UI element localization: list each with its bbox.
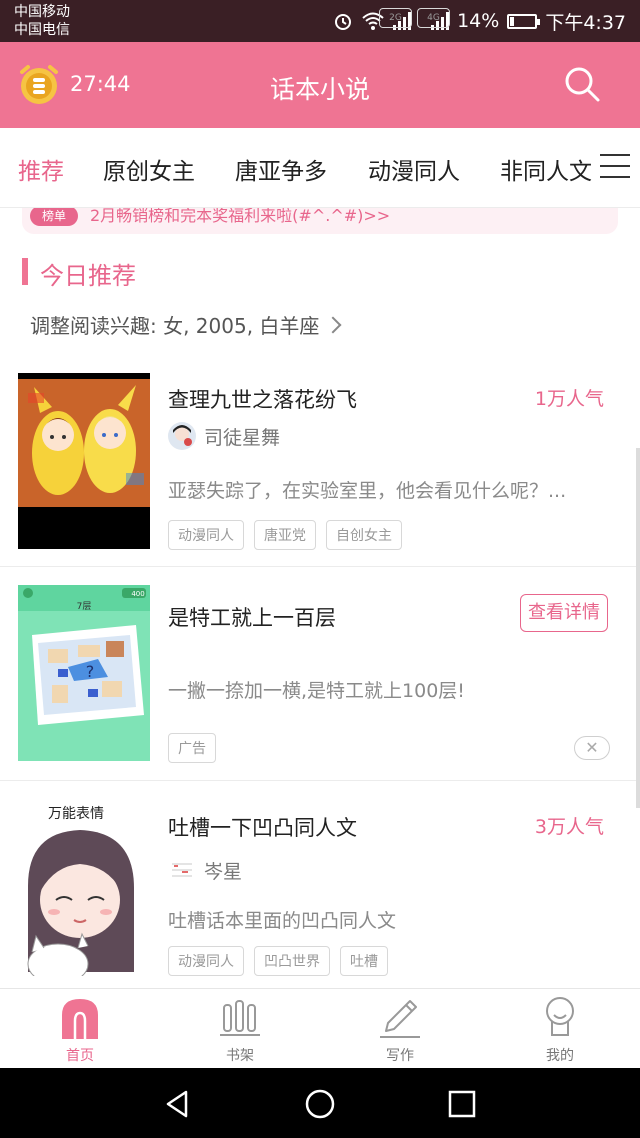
interest-text: 调整阅读兴趣: 女, 2005, 白羊座 (30, 314, 320, 338)
app-header: 27:44 话本小说 (0, 42, 640, 128)
book-tags: 动漫同人 唐亚党 自创女主 (168, 520, 402, 550)
adjust-interest-link[interactable]: 调整阅读兴趣: 女, 2005, 白羊座 (30, 310, 342, 339)
signal-2g-label: 2G (379, 8, 412, 28)
book-author[interactable]: 司徒星舞 (168, 422, 280, 450)
book-card[interactable]: 查理九世之落花纷飞 1万人气 司徒星舞 亚瑟失踪了，在实验室里，他会看见什么呢？… (0, 358, 640, 567)
clock: 下午4:37 (545, 11, 626, 34)
nav-home[interactable]: 首页 (0, 989, 160, 1069)
signal-4g-label: 4G (417, 8, 450, 28)
nav-write-label: 写作 (386, 1048, 414, 1064)
author-name: 司徒星舞 (204, 426, 281, 449)
feed[interactable]: 榜单 2月畅销榜和完本奖福利来啦(#^.^#)>> 今日推荐 调整阅读兴趣: 女… (0, 208, 640, 988)
book-tag[interactable]: 动漫同人 (168, 520, 244, 550)
home-icon (62, 999, 98, 1039)
signal-2g-icon: 2G (379, 8, 412, 30)
tab-original-female[interactable]: 原创女主 (103, 152, 195, 186)
book-summary: 吐槽话本里面的凹凸同人文 (168, 910, 397, 932)
view-details-button[interactable]: 查看详情 (520, 594, 608, 632)
signal-4g-icon: 4G (417, 8, 450, 30)
book-tag[interactable]: 动漫同人 (168, 946, 244, 976)
book-popularity: 3万人气 (534, 816, 604, 838)
promo-banner[interactable]: 榜单 2月畅销榜和完本奖福利来啦(#^.^#)>> (22, 208, 618, 234)
ad-cover-score: 400 (131, 590, 144, 598)
ad-title[interactable]: 是特工就上一百层 (168, 602, 336, 632)
book-tag[interactable]: 唐亚党 (254, 520, 316, 550)
status-icons: 2G 4G 14% 下午4:37 (333, 8, 626, 34)
tab-non-fanfic[interactable]: 非同人文 (500, 152, 592, 186)
profile-icon (546, 997, 574, 1036)
book-cover-image[interactable]: 万能表情 (18, 796, 150, 976)
ad-cover-level: 7层 (77, 601, 92, 612)
pencil-icon (380, 1000, 420, 1038)
book-tags: 动漫同人 凹凸世界 吐槽 (168, 946, 388, 976)
ad-card[interactable]: 400 7层 ? 是特工就上一百层 查看详情 一撇一捺加一横,是特工就上100层… (0, 568, 640, 781)
svg-text:?: ? (86, 662, 95, 681)
tabs-menu-icon[interactable] (600, 154, 630, 180)
cover-caption: 万能表情 (48, 806, 104, 822)
section-accent-bar (22, 258, 28, 285)
battery-icon (507, 13, 541, 29)
book-popularity: 1万人气 (534, 388, 604, 410)
book-tag[interactable]: 凹凸世界 (254, 946, 330, 976)
ad-cover-image[interactable]: 400 7层 ? (18, 585, 150, 761)
nav-home-label: 首页 (66, 1048, 94, 1064)
bookshelf-icon (220, 1000, 260, 1036)
banner-text: 2月畅销榜和完本奖福利来啦(#^.^#)>> (90, 208, 391, 225)
bottom-nav: 首页 书架 写作 我的 (0, 988, 640, 1068)
author-avatar (168, 422, 196, 450)
nav-profile[interactable]: 我的 (480, 989, 640, 1069)
book-title[interactable]: 查理九世之落花纷飞 (168, 384, 357, 414)
battery-percent: 14% (457, 10, 500, 32)
book-summary: 亚瑟失踪了，在实验室里，他会看见什么呢？... (168, 480, 567, 502)
back-icon[interactable] (162, 1088, 194, 1120)
book-card[interactable]: 万能表情 吐槽一下凹凸同人文 3万人气 岑星 吐槽话本里面的凹凸同人文 动漫同人… (0, 782, 640, 988)
book-cover-image[interactable] (18, 373, 150, 549)
section-title: 今日推荐 (40, 262, 136, 290)
ad-summary: 一撇一捺加一横,是特工就上100层! (168, 680, 465, 702)
close-ad-icon[interactable]: ✕ (574, 736, 610, 760)
nav-bookshelf-label: 书架 (226, 1048, 254, 1064)
alarm-status-icon (335, 14, 352, 30)
home-circle-icon[interactable] (304, 1088, 336, 1120)
search-icon[interactable] (562, 64, 602, 104)
chevron-right-icon (324, 316, 342, 333)
nav-profile-label: 我的 (546, 1048, 574, 1064)
system-nav-bar (0, 1068, 640, 1138)
tab-recommend[interactable]: 推荐 (18, 152, 64, 186)
tab-anime-fanfic[interactable]: 动漫同人 (368, 152, 460, 186)
category-tabs: 推荐 原创女主 唐亚争多 动漫同人 非同人文 (0, 128, 640, 208)
author-avatar (168, 856, 196, 884)
author-name: 岑星 (204, 860, 243, 883)
book-author[interactable]: 岑星 (168, 856, 242, 884)
book-tag[interactable]: 吐槽 (340, 946, 388, 976)
recent-apps-icon[interactable] (446, 1088, 478, 1120)
book-title[interactable]: 吐槽一下凹凸同人文 (168, 812, 357, 842)
book-tag[interactable]: 自创女主 (326, 520, 402, 550)
nav-bookshelf[interactable]: 书架 (160, 989, 320, 1069)
nav-write[interactable]: 写作 (320, 989, 480, 1069)
status-bar: 中国移动 中国电信 2G 4G 14% 下午4:37 (0, 0, 640, 42)
carrier-1: 中国移动 (14, 4, 70, 20)
tab-tangya[interactable]: 唐亚争多 (235, 152, 327, 186)
scrollbar[interactable] (636, 448, 640, 808)
ad-label: 广告 (168, 733, 216, 763)
app-title: 话本小说 (269, 75, 370, 104)
banner-badge: 榜单 (30, 208, 78, 226)
carrier-2: 中国电信 (14, 22, 70, 38)
